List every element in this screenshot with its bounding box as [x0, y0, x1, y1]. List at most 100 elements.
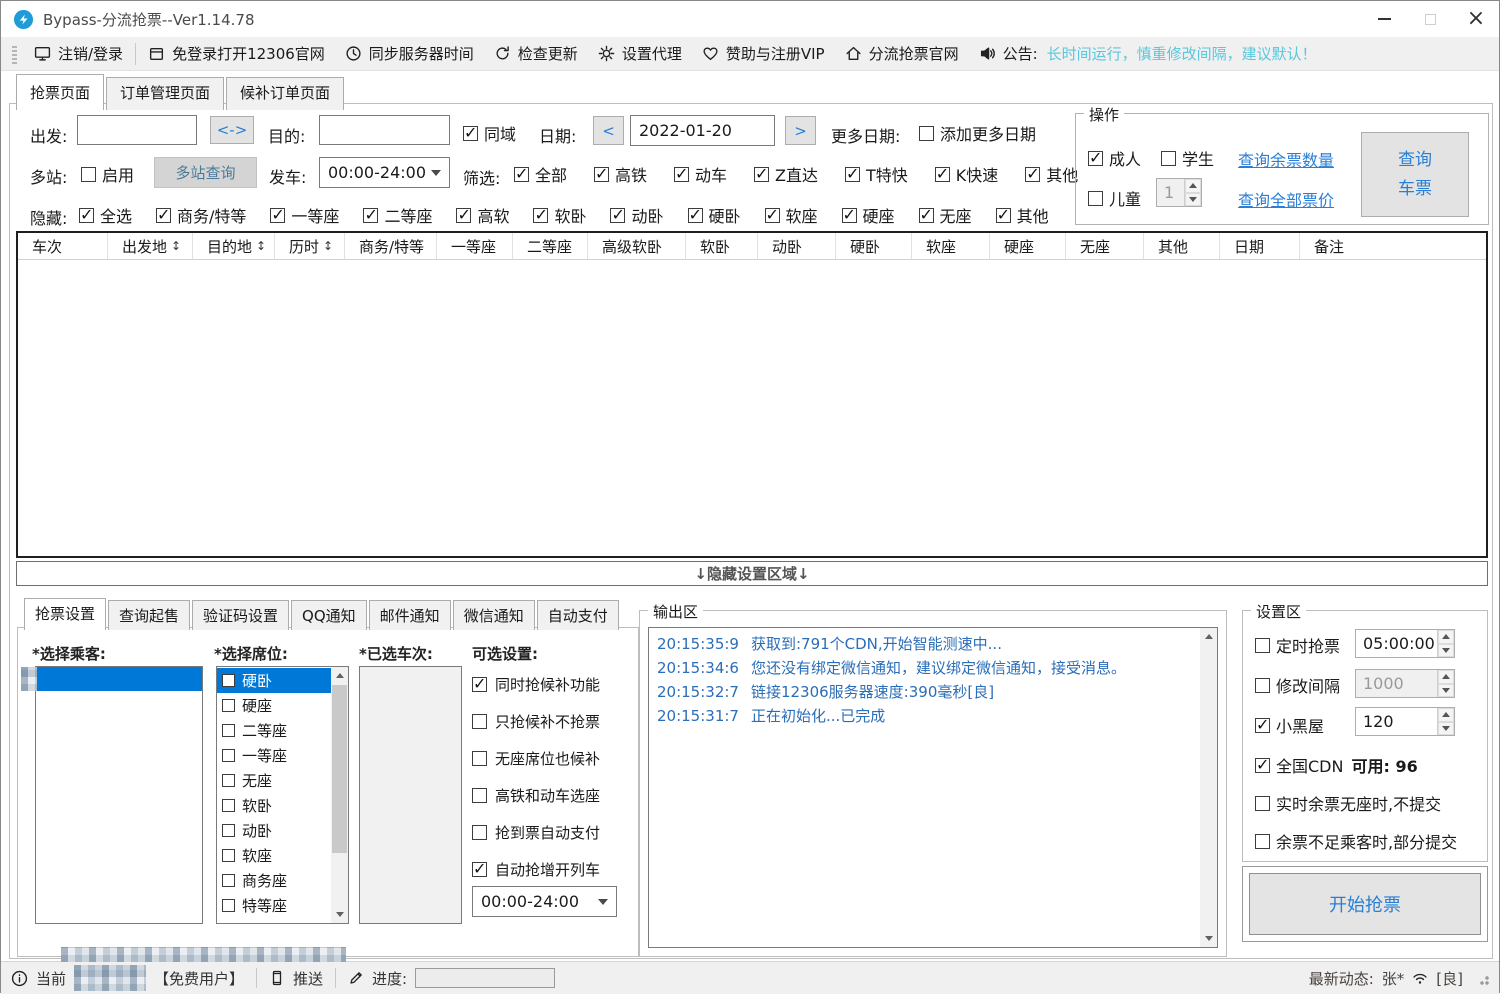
column-header-remarks[interactable]: 备注	[1300, 233, 1486, 259]
hide-checkbox-first-class[interactable]: 一等座	[270, 203, 339, 227]
toolbar-grip[interactable]	[12, 44, 17, 64]
hide-checkbox-second-class[interactable]: 二等座	[363, 203, 432, 227]
hide-checkbox-ev-sleeper[interactable]: 动卧	[610, 203, 663, 227]
seat-item-soft-seat[interactable]: 软座	[217, 843, 331, 868]
start-grab-button[interactable]: 开始抢票	[1249, 873, 1481, 935]
hide-checkbox-no-seat[interactable]: 无座	[919, 203, 972, 227]
blackroom-spinner[interactable]: 120	[1355, 707, 1455, 736]
depart-time-select[interactable]: 00:00-24:00	[319, 157, 450, 188]
hide-checkbox-select-all[interactable]: 全选	[79, 203, 132, 227]
column-header-destination[interactable]: 目的地↕	[193, 233, 275, 259]
spin-down-button[interactable]	[1438, 644, 1454, 658]
spin-down-button[interactable]	[1438, 684, 1454, 698]
column-header-train-no[interactable]: 车次	[18, 233, 108, 259]
filter-checkbox-z-direct[interactable]: Z直达	[754, 162, 818, 186]
filter-checkbox-other[interactable]: 其他	[1025, 162, 1078, 186]
hide-checkbox-soft-seat[interactable]: 软座	[765, 203, 818, 227]
no-seat-no-submit-checkbox[interactable]: 实时余票无座时,不提交	[1255, 791, 1441, 815]
tab-captcha-settings[interactable]: 验证码设置	[192, 600, 289, 630]
passenger-item-censored[interactable]	[36, 667, 202, 691]
tab-waitlist-orders[interactable]: 候补订单页面	[226, 77, 344, 110]
scroll-up-button[interactable]	[331, 667, 348, 684]
seat-item-soft-sleeper[interactable]: 软卧	[217, 793, 331, 818]
column-header-soft-seat[interactable]: 软座	[912, 233, 990, 259]
child-count-spinner[interactable]: 1	[1156, 178, 1202, 207]
spin-up-button[interactable]	[1438, 670, 1454, 684]
spin-down-button[interactable]	[1438, 722, 1454, 736]
query-tickets-button[interactable]: 查询 车票	[1361, 132, 1469, 217]
column-header-business[interactable]: 商务/特等	[345, 233, 437, 259]
scroll-down-button[interactable]	[331, 906, 348, 923]
scroll-up-button[interactable]	[1200, 628, 1217, 645]
logout-login-button[interactable]: 注销/登录	[24, 37, 133, 70]
checkbox-box[interactable]	[222, 724, 235, 737]
seat-item-hard-seat[interactable]: 硬座	[217, 693, 331, 718]
scroll-down-button[interactable]	[1200, 930, 1217, 947]
column-header-other[interactable]: 其他	[1144, 233, 1220, 259]
column-header-duration[interactable]: 历时↕	[275, 233, 345, 259]
vip-sponsor-button[interactable]: 赞助与注册VIP	[692, 37, 835, 70]
check-update-button[interactable]: 检查更新	[484, 37, 588, 70]
same-city-checkbox[interactable]: 同域	[463, 121, 516, 145]
tab-grab-settings[interactable]: 抢票设置	[24, 598, 106, 630]
seat-item-business-class[interactable]: 商务座	[217, 868, 331, 893]
column-header-soft-sleeper[interactable]: 软卧	[686, 233, 758, 259]
multi-station-enable-checkbox[interactable]: 启用	[81, 162, 134, 186]
tab-grab-page[interactable]: 抢票页面	[16, 74, 104, 110]
tab-query-onsale[interactable]: 查询起售	[108, 600, 190, 630]
tab-order-management[interactable]: 订单管理页面	[106, 77, 224, 110]
seat-item-hard-sleeper[interactable]: 硬卧	[217, 668, 331, 693]
multi-station-query-button[interactable]: 多站查询	[154, 157, 257, 188]
partial-submit-checkbox[interactable]: 余票不足乘客时,部分提交	[1255, 829, 1457, 853]
column-header-hard-seat[interactable]: 硬座	[990, 233, 1066, 259]
filter-checkbox-high-speed[interactable]: 高铁	[594, 162, 647, 186]
checkbox-box[interactable]	[222, 799, 235, 812]
seat-item-ev-sleeper[interactable]: 动卧	[217, 818, 331, 843]
checkbox-box[interactable]	[222, 699, 235, 712]
proxy-settings-button[interactable]: 设置代理	[588, 37, 692, 70]
tab-qq-notify[interactable]: QQ通知	[291, 600, 367, 630]
option-grab-waitlist-too[interactable]: 同时抢候补功能	[472, 674, 600, 695]
add-more-dates-checkbox[interactable]: 添加更多日期	[919, 121, 1036, 145]
tab-email-notify[interactable]: 邮件通知	[369, 600, 451, 630]
scrollbar-thumb[interactable]	[332, 685, 347, 853]
student-checkbox[interactable]: 学生	[1161, 146, 1214, 170]
adult-checkbox[interactable]: 成人	[1088, 146, 1141, 170]
column-header-deluxe-soft-sleeper[interactable]: 高级软卧	[588, 233, 686, 259]
column-header-first-class[interactable]: 一等座	[437, 233, 513, 259]
filter-checkbox-d-train[interactable]: 动车	[674, 162, 727, 186]
column-header-date[interactable]: 日期	[1220, 233, 1300, 259]
column-header-hard-sleeper[interactable]: 硬卧	[836, 233, 912, 259]
depart-input[interactable]	[77, 115, 197, 145]
hide-checkbox-hard-seat[interactable]: 硬座	[842, 203, 895, 227]
column-header-origin[interactable]: 出发地↕	[108, 233, 193, 259]
minimize-button[interactable]	[1361, 1, 1407, 37]
option-no-seat-waitlist[interactable]: 无座席位也候补	[472, 748, 600, 769]
checkbox-box[interactable]	[222, 899, 235, 912]
blackroom-checkbox[interactable]: 小黑屋	[1255, 713, 1324, 737]
option-waitlist-only[interactable]: 只抢候补不抢票	[472, 711, 600, 732]
open-12306-button[interactable]: 免登录打开12306官网	[138, 37, 335, 70]
timed-grab-checkbox[interactable]: 定时抢票	[1255, 633, 1340, 657]
selected-trains-listbox[interactable]	[359, 666, 462, 924]
grab-time-range-select[interactable]: 00:00-24:00	[472, 886, 617, 917]
hidden-settings-divider[interactable]: ↓隐藏设置区域↓	[16, 561, 1488, 586]
tab-auto-pay[interactable]: 自动支付	[537, 600, 619, 630]
date-next-button[interactable]: >	[785, 116, 816, 145]
filter-checkbox-k-fast[interactable]: K快速	[935, 162, 999, 186]
column-header-no-seat[interactable]: 无座	[1066, 233, 1144, 259]
modify-interval-checkbox[interactable]: 修改间隔	[1255, 673, 1340, 697]
dest-input[interactable]	[319, 115, 450, 145]
query-all-prices-link[interactable]: 查询全部票价	[1238, 187, 1334, 211]
checkbox-box[interactable]	[222, 774, 235, 787]
modify-interval-spinner[interactable]: 1000	[1355, 669, 1455, 698]
output-scrollbar[interactable]	[1200, 628, 1217, 947]
seat-item-no-seat[interactable]: 无座	[217, 768, 331, 793]
swap-stations-button[interactable]: <->	[210, 116, 254, 144]
seat-item-first-class[interactable]: 一等座	[217, 743, 331, 768]
close-button[interactable]: ×	[1453, 1, 1499, 37]
resize-grip[interactable]	[1475, 971, 1489, 985]
hide-checkbox-other[interactable]: 其他	[996, 203, 1049, 227]
query-remaining-tickets-link[interactable]: 查询余票数量	[1238, 147, 1334, 171]
timed-grab-time-spinner[interactable]: 05:00:00	[1355, 629, 1455, 658]
